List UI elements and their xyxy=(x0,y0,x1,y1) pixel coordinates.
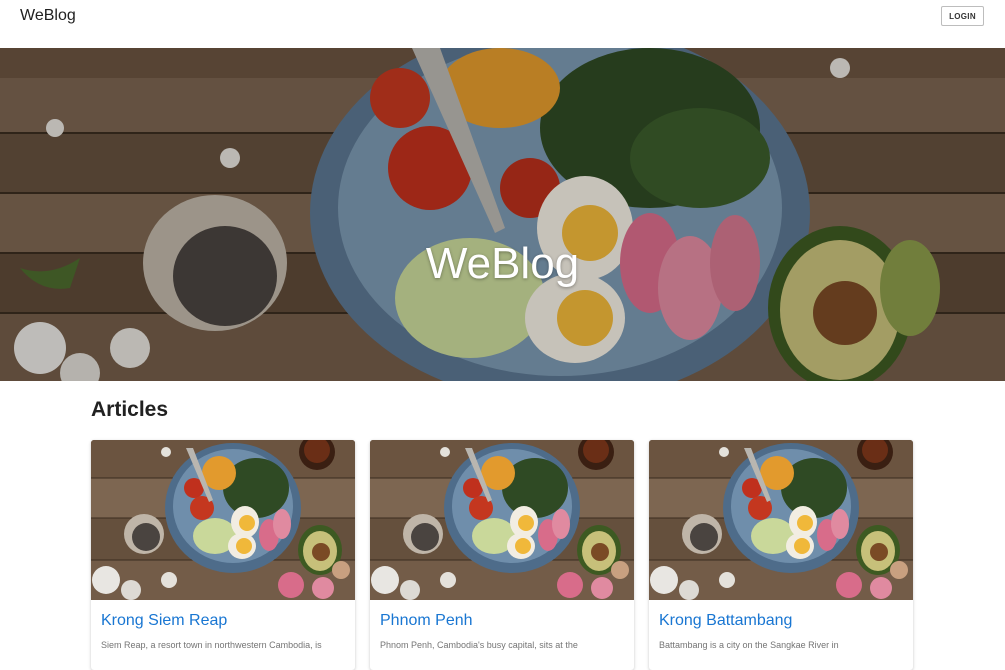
article-card[interactable]: Krong Battambang Battambang is a city on… xyxy=(649,440,913,670)
brand-title[interactable]: WeBlog xyxy=(20,6,76,26)
article-title-link[interactable]: Krong Siem Reap xyxy=(101,611,227,631)
article-excerpt: Battambang is a city on the Sangkae Rive… xyxy=(659,640,839,650)
hero-banner: WeBlog xyxy=(0,48,1005,381)
articles-heading: Articles xyxy=(91,398,169,421)
hero-title: WeBlog xyxy=(425,239,580,288)
article-excerpt: Phnom Penh, Cambodia's busy capital, sit… xyxy=(380,640,578,650)
article-title-link[interactable]: Krong Battambang xyxy=(659,611,792,631)
article-card[interactable]: Phnom Penh Phnom Penh, Cambodia's busy c… xyxy=(370,440,634,670)
article-excerpt: Siem Reap, a resort town in northwestern… xyxy=(101,640,322,650)
article-image[interactable] xyxy=(91,440,355,600)
article-card[interactable]: Krong Siem Reap Siem Reap, a resort town… xyxy=(91,440,355,670)
article-title-link[interactable]: Phnom Penh xyxy=(380,611,473,631)
article-image[interactable] xyxy=(370,440,634,600)
article-image[interactable] xyxy=(649,440,913,600)
hero-image xyxy=(0,48,1005,381)
app-bar: WeBlog LOGIN xyxy=(0,0,1005,48)
login-button[interactable]: LOGIN xyxy=(941,6,984,26)
